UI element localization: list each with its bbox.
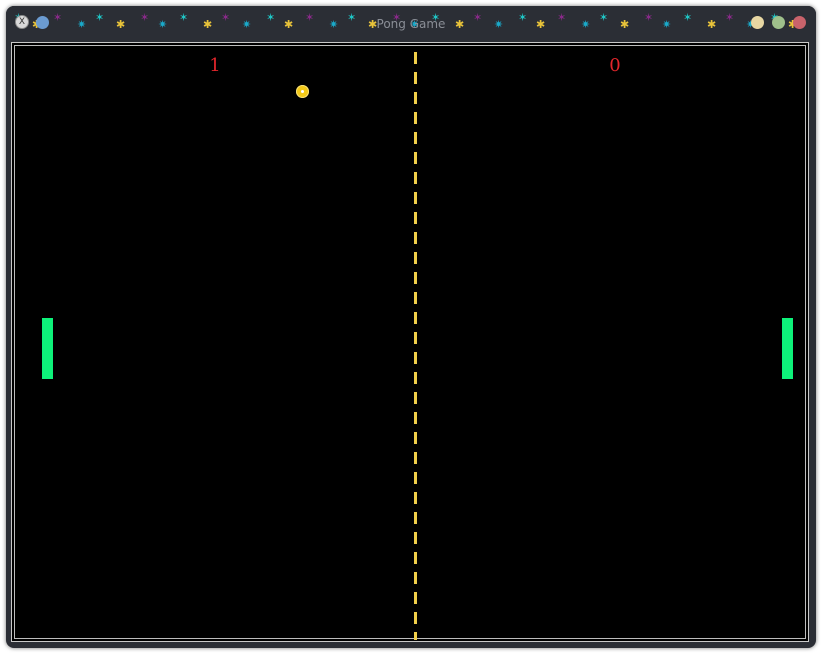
right-score: 0	[609, 55, 621, 76]
game-canvas[interactable]: 1 0	[11, 42, 809, 642]
close-button[interactable]	[793, 16, 806, 29]
game-window: ✶✱✶✷✶✱✶✷✶✱✶✷✶✱✶✷✶✱✶✷✶✱✶✷✶✱✶✷✶✱✶✷✶✱✶✷✶✱ X…	[6, 6, 816, 648]
left-score: 1	[209, 55, 221, 76]
left-paddle	[42, 318, 53, 379]
ball	[296, 85, 309, 98]
center-net	[414, 52, 417, 640]
title-bar[interactable]: ✶✱✶✷✶✱✶✷✶✱✶✷✶✱✶✷✶✱✶✷✶✱✶✷✶✱✶✷✶✱✶✷✶✱✶✷✶✱ X…	[6, 6, 816, 40]
maximize-button[interactable]	[772, 16, 785, 29]
right-paddle	[782, 318, 793, 379]
minimize-button[interactable]	[751, 16, 764, 29]
window-title: Pong Game	[376, 17, 446, 31]
playfield: 1 0	[14, 45, 806, 640]
